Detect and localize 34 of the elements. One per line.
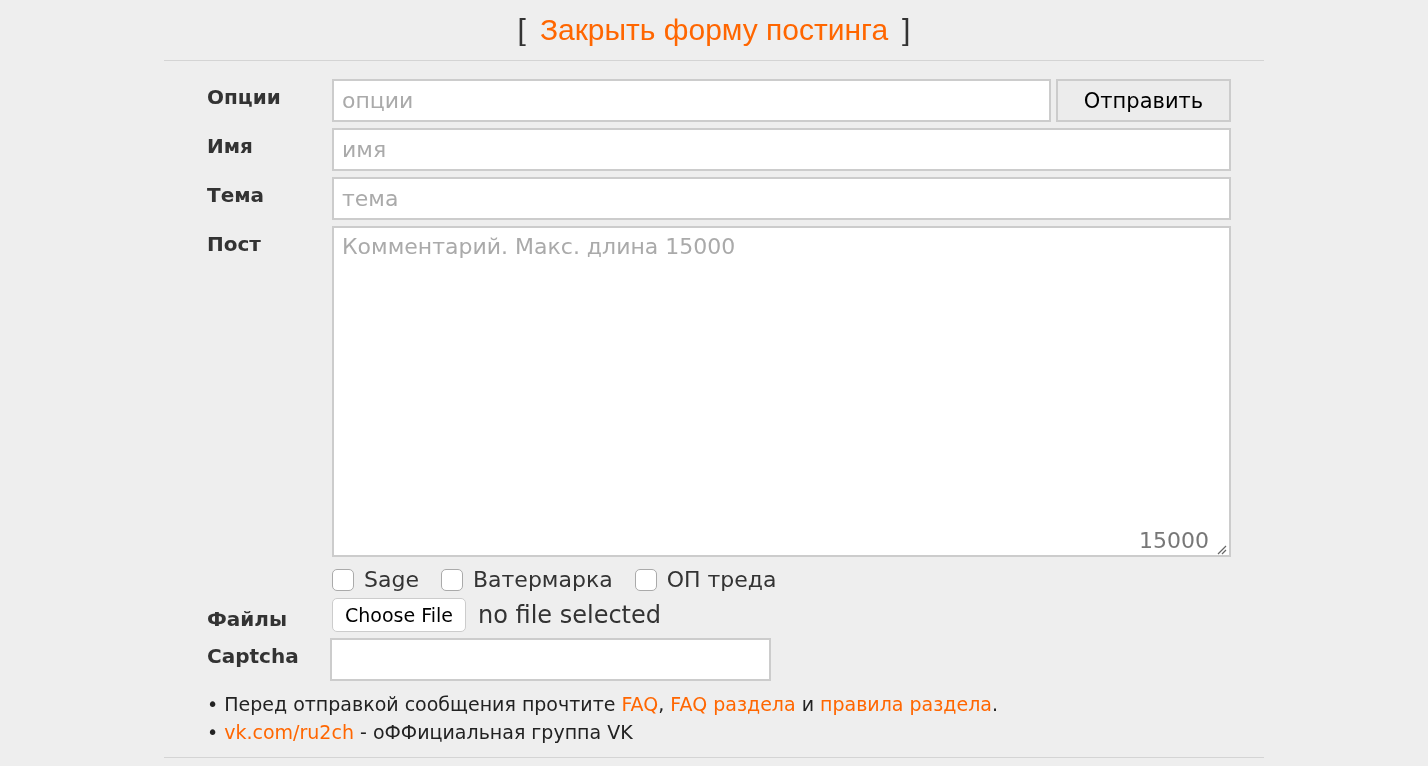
file-status: no file selected [478,601,661,629]
info-text: • [207,721,220,743]
send-button[interactable]: Отправить [1056,79,1231,122]
checkbox[interactable] [634,568,657,591]
checkbox[interactable] [332,568,354,591]
input-field[interactable]: имя [332,128,1231,171]
info-text: и [800,693,815,715]
bracket: ] [902,13,911,47]
link[interactable]: FAQ [621,693,659,715]
checkbox-label: Ватермарка [472,567,613,592]
close-form-link[interactable]: Закрыть форму постинга [539,13,889,47]
link[interactable]: правила раздела [820,693,992,715]
link[interactable]: FAQ раздела [670,693,796,715]
field-label: Имя [207,133,254,158]
character-counter: 15000 [1139,528,1209,553]
info-text: , [658,693,666,715]
field-label: Тема [207,182,266,207]
field-label: Пост [207,231,262,256]
choose-file-button[interactable]: Choose File [332,598,466,632]
resize-grip-icon[interactable] [1217,545,1227,555]
checkbox[interactable] [440,568,463,591]
input-field[interactable]: тема [332,177,1231,220]
input-field[interactable]: опции [332,79,1051,122]
checkbox-label: Sage [364,567,419,592]
info-text: • Перед отправкой сообщения прочтите [207,693,617,715]
captcha-field[interactable] [330,638,771,681]
bracket: [ [517,13,526,47]
info-text: - оФФициальная группа VK [359,721,633,743]
info-text: . [991,693,998,715]
field-label: Captcha [207,643,300,668]
field-label: Файлы [207,606,289,631]
checkbox-label: ОП треда [666,567,777,592]
field-label: Опции [207,84,282,109]
link[interactable]: vk.com/ru2ch [224,721,354,743]
